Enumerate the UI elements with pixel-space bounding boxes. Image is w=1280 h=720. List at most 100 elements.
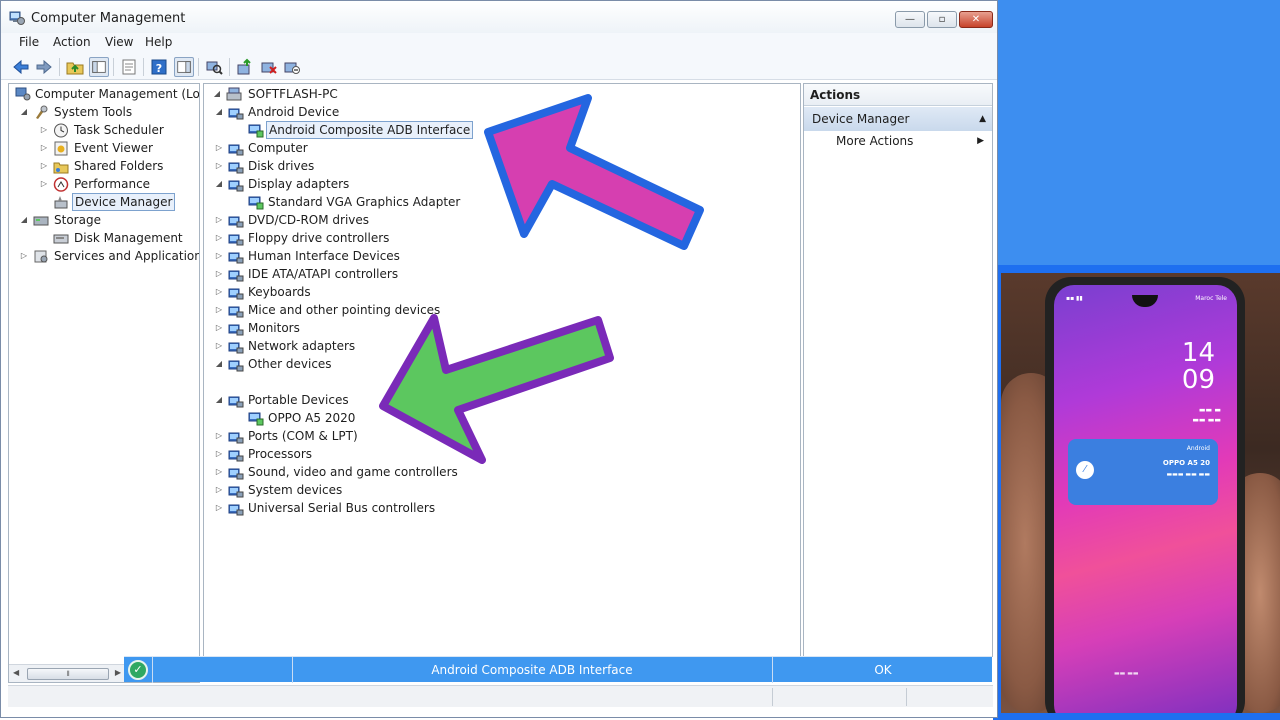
phone-notification-app: Android — [1186, 445, 1210, 452]
tree-item-disk-management[interactable]: Disk Management — [13, 229, 199, 247]
collapsed-arrow-icon[interactable]: ▷ — [214, 265, 224, 283]
tree-item-label: Services and Applications — [54, 249, 200, 263]
collapsed-arrow-icon[interactable]: ▷ — [214, 481, 224, 499]
menu-action[interactable]: Action — [53, 35, 91, 49]
expanded-arrow-icon[interactable]: ◢ — [214, 391, 224, 409]
collapsed-arrow-icon[interactable]: ▷ — [214, 427, 224, 445]
show-hide-tree-icon[interactable] — [89, 57, 109, 77]
collapsed-arrow-icon[interactable]: ▷ — [214, 247, 224, 265]
collapsed-arrow-icon[interactable]: ▷ — [214, 157, 224, 175]
device-category[interactable]: ▷ Disk drives — [208, 157, 798, 175]
collapsed-arrow-icon[interactable]: ▷ — [19, 247, 29, 265]
show-action-pane-icon[interactable] — [174, 57, 194, 77]
device-category[interactable]: ◢ Other devices — [208, 355, 798, 373]
tree-item-performance[interactable]: ▷ Performance — [13, 175, 199, 193]
expanded-arrow-icon[interactable]: ◢ — [19, 211, 29, 229]
device-category[interactable]: ▷ Monitors — [208, 319, 798, 337]
device-category[interactable]: ▷ Computer — [208, 139, 798, 157]
status-ok[interactable]: OK — [774, 657, 992, 683]
collapsed-arrow-icon[interactable]: ▷ — [39, 139, 49, 157]
device-category[interactable]: ▷ Human Interface Devices — [208, 247, 798, 265]
collapsed-arrow-icon[interactable]: ▷ — [214, 229, 224, 247]
device-category[interactable]: ▷ DVD/CD-ROM drives — [208, 211, 798, 229]
tree-item-event-viewer[interactable]: ▷ Event Viewer — [13, 139, 199, 157]
actions-section-device-manager[interactable]: Device Manager ▲ — [804, 107, 992, 131]
device-category[interactable]: ◢ Display adapters — [208, 175, 798, 193]
minimize-button[interactable]: — — [895, 11, 925, 28]
device-tree-root[interactable]: ◢ SOFTFLASH-PC — [208, 85, 798, 103]
uninstall-icon[interactable] — [259, 57, 279, 77]
collapsed-arrow-icon[interactable]: ▷ — [214, 463, 224, 481]
maximize-button[interactable]: ▫ — [927, 11, 957, 28]
collapsed-arrow-icon[interactable]: ▷ — [214, 445, 224, 463]
title-bar[interactable]: Computer Management — ▫ ✕ — [1, 1, 997, 33]
disable-icon[interactable] — [282, 57, 302, 77]
device-label: Universal Serial Bus controllers — [248, 501, 436, 515]
performance-icon — [53, 177, 69, 192]
scroll-right-icon[interactable]: ▶ — [115, 668, 121, 677]
phone-photo: ▪▪ ▮▮ Maroc Tele 14 09 ▬▬ ▬ ▬▬ ▬▬ ⁄ Andro… — [1001, 273, 1280, 713]
tree-root[interactable]: Computer Management (Local — [13, 85, 199, 103]
tree-item-storage[interactable]: ◢ Storage — [13, 211, 199, 229]
device-category[interactable]: ▷ Network adapters — [208, 337, 798, 355]
tree-item-shared-folders[interactable]: ▷ Shared Folders — [13, 157, 199, 175]
help-icon[interactable]: ? — [149, 57, 169, 77]
collapse-up-icon[interactable]: ▲ — [979, 107, 986, 131]
collapsed-arrow-icon[interactable]: ▷ — [39, 121, 49, 139]
device-item[interactable] — [208, 373, 798, 391]
status-bar — [8, 685, 993, 707]
collapsed-arrow-icon[interactable]: ▷ — [39, 175, 49, 193]
properties-icon[interactable] — [119, 57, 139, 77]
expanded-arrow-icon[interactable]: ◢ — [214, 103, 224, 121]
tree-item-device-manager[interactable]: Device Manager — [13, 193, 199, 211]
collapsed-arrow-icon[interactable]: ▷ — [214, 139, 224, 157]
up-folder-icon[interactable] — [65, 57, 85, 77]
phone-screen: ▪▪ ▮▮ Maroc Tele 14 09 ▬▬ ▬ ▬▬ ▬▬ ⁄ Andro… — [1054, 285, 1237, 713]
device-category[interactable]: ▷ Sound, video and game controllers — [208, 463, 798, 481]
device-category[interactable]: ▷ Mice and other pointing devices — [208, 301, 798, 319]
forward-icon[interactable] — [34, 57, 54, 77]
device-category[interactable]: ▷ Universal Serial Bus controllers — [208, 499, 798, 517]
collapsed-arrow-icon[interactable]: ▷ — [214, 319, 224, 337]
menu-help[interactable]: Help — [145, 35, 172, 49]
collapsed-arrow-icon[interactable]: ▷ — [214, 499, 224, 517]
tree-item-services-and-applications[interactable]: ▷ Services and Applications — [13, 247, 200, 265]
device-category[interactable]: ▷ IDE ATA/ATAPI controllers — [208, 265, 798, 283]
expanded-arrow-icon[interactable]: ◢ — [212, 85, 222, 103]
device-item[interactable]: Standard VGA Graphics Adapter — [208, 193, 798, 211]
device-category[interactable]: ▷ Ports (COM & LPT) — [208, 427, 798, 445]
collapsed-arrow-icon[interactable]: ▷ — [214, 337, 224, 355]
menu-file[interactable]: File — [19, 35, 39, 49]
device-category[interactable]: ▷ Processors — [208, 445, 798, 463]
status-separator — [772, 657, 773, 683]
device-category[interactable]: ◢ Portable Devices — [208, 391, 798, 409]
scan-hardware-icon[interactable] — [204, 57, 224, 77]
device-item[interactable]: Android Composite ADB Interface — [208, 121, 798, 139]
horizontal-scrollbar[interactable]: ◀ ⦀ ▶ — [9, 664, 125, 682]
collapsed-arrow-icon[interactable]: ▷ — [214, 301, 224, 319]
back-icon[interactable] — [11, 57, 31, 77]
scroll-left-icon[interactable]: ◀ — [13, 668, 19, 677]
scrollbar-thumb[interactable]: ⦀ — [27, 668, 109, 680]
device-category[interactable]: ▷ Keyboards — [208, 283, 798, 301]
device-item[interactable]: OPPO A5 2020 — [208, 409, 798, 427]
tree-item-system-tools[interactable]: ◢ System Tools — [13, 103, 199, 121]
expanded-arrow-icon[interactable]: ◢ — [214, 175, 224, 193]
more-actions-link[interactable]: More Actions — [836, 134, 913, 148]
collapsed-arrow-icon[interactable]: ▷ — [214, 283, 224, 301]
toolbar-separator — [229, 58, 230, 76]
collapsed-arrow-icon[interactable]: ▷ — [214, 211, 224, 229]
update-driver-icon[interactable] — [235, 57, 255, 77]
device-category[interactable]: ▷ System devices — [208, 481, 798, 499]
expanded-arrow-icon[interactable]: ◢ — [214, 355, 224, 373]
device-category[interactable]: ◢ Android Device — [208, 103, 798, 121]
collapsed-arrow-icon[interactable]: ▷ — [39, 157, 49, 175]
expanded-arrow-icon[interactable]: ◢ — [19, 103, 29, 121]
tree-item-task-scheduler[interactable]: ▷ Task Scheduler — [13, 121, 199, 139]
tree-item-label: Disk Management — [74, 231, 183, 245]
device-label: Ports (COM & LPT) — [248, 429, 358, 443]
close-button[interactable]: ✕ — [959, 11, 993, 28]
menu-view[interactable]: View — [105, 35, 133, 49]
floppy-controller-icon — [228, 234, 244, 246]
device-category[interactable]: ▷ Floppy drive controllers — [208, 229, 798, 247]
